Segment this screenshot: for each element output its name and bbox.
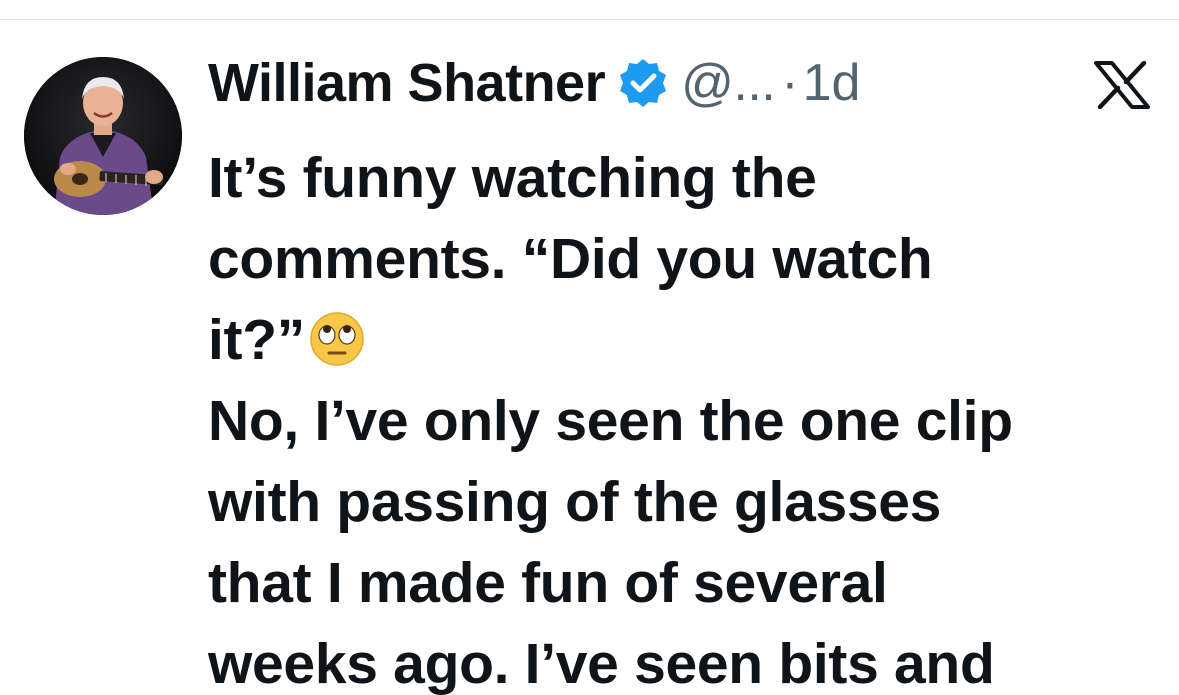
- post-line: No, I’ve only seen the one clip: [208, 389, 1013, 453]
- avatar-photo: [24, 57, 182, 215]
- post-body: It’s funny watching the comments. “Did y…: [208, 138, 1168, 695]
- post-timestamp[interactable]: 1d: [803, 53, 861, 113]
- face-with-rolling-eyes-icon: [309, 311, 365, 367]
- post-header: William Shatner @... · 1d: [208, 46, 1158, 120]
- author-name[interactable]: William Shatner: [208, 52, 606, 114]
- post-line: weeks ago. I’ve seen bits and: [208, 632, 995, 695]
- avatar[interactable]: [24, 57, 182, 215]
- post-line: It’s funny watching the: [208, 146, 817, 210]
- separator-dot: ·: [781, 54, 799, 112]
- post-line: with passing of the glasses: [208, 470, 942, 534]
- author-handle[interactable]: @...: [681, 53, 776, 113]
- post-line-with-emoji: it?”: [208, 300, 1168, 381]
- top-divider: [0, 19, 1179, 20]
- x-logo-icon[interactable]: [1094, 61, 1150, 109]
- post-line-text: it?”: [208, 308, 305, 372]
- post-line: that I made fun of several: [208, 551, 888, 615]
- author-row: William Shatner @... · 1d: [208, 46, 1158, 120]
- verified-badge-icon: [617, 57, 669, 109]
- post-line: comments. “Did you watch: [208, 227, 933, 291]
